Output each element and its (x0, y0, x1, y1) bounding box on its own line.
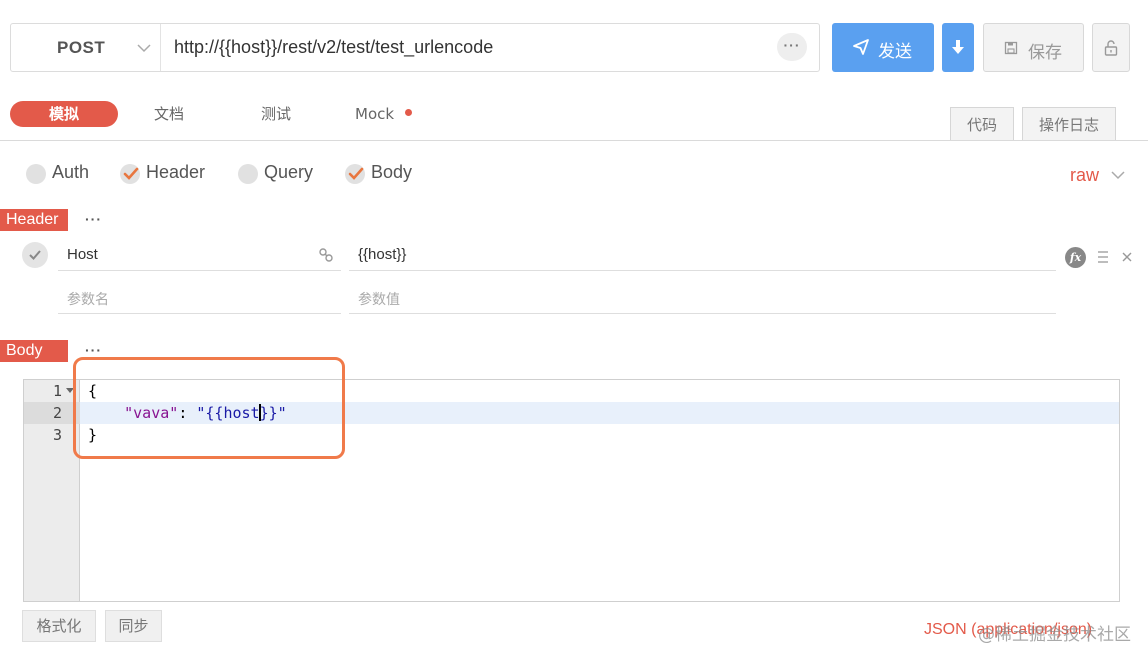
query-label: Query (264, 162, 314, 182)
editor-gutter: 1 2 3 (24, 380, 80, 601)
body-format-select[interactable]: raw (1070, 165, 1099, 186)
method-select[interactable]: POST (11, 24, 161, 71)
url-input[interactable]: http://{{host}}/rest/v2/test/test_urlenc… (174, 37, 493, 58)
header-name-field[interactable]: Host (58, 239, 341, 271)
download-button[interactable] (942, 23, 974, 72)
auth-label: Auth (52, 162, 90, 182)
format-button[interactable]: 格式化 (22, 610, 96, 642)
body-checkbox[interactable]: Body (345, 162, 425, 184)
header-row-enabled-toggle[interactable] (22, 242, 48, 268)
tabs-divider (0, 140, 1148, 141)
url-more-button[interactable]: ··· (777, 33, 807, 61)
header-section-title: Header (0, 209, 68, 231)
unlock-icon (1104, 40, 1118, 56)
header-value-field[interactable]: {{host}} (349, 239, 1056, 271)
tab-mock[interactable]: Mock (355, 101, 394, 127)
send-button[interactable]: 发送 (832, 23, 934, 72)
line-number: 2 (52, 404, 62, 422)
lock-button[interactable] (1092, 23, 1130, 72)
checkmark-icon (29, 250, 41, 260)
checked-circle-icon (120, 164, 140, 184)
tab-docs[interactable]: 文档 (154, 101, 184, 127)
header-checkbox[interactable]: Header (120, 162, 220, 184)
tab-simulate[interactable]: 模拟 (10, 101, 118, 127)
function-fx-icon[interactable]: fx (1065, 247, 1086, 268)
send-label: 发送 (878, 42, 912, 62)
unchecked-circle-icon (238, 164, 258, 184)
tab-code[interactable]: 代码 (950, 107, 1014, 141)
line-number: 1 (52, 382, 62, 400)
line-number: 3 (52, 426, 62, 444)
tab-operation-log[interactable]: 操作日志 (1022, 107, 1116, 141)
unchecked-circle-icon (26, 164, 46, 184)
chevron-down-icon[interactable] (1110, 169, 1126, 181)
download-arrow-icon (952, 40, 964, 54)
save-label: 保存 (1028, 43, 1062, 63)
header-name-value: Host (67, 246, 98, 263)
body-label: Body (371, 162, 413, 182)
method-label: POST (57, 38, 106, 57)
annotation-highlight-box (73, 357, 345, 459)
watermark: @稀土掘金技术社区 (978, 625, 1131, 645)
tab-test[interactable]: 测试 (261, 101, 291, 127)
body-section-title: Body (0, 340, 68, 362)
auth-checkbox[interactable]: Auth (26, 162, 106, 184)
header-label: Header (146, 162, 206, 182)
send-icon (853, 39, 869, 55)
new-header-value-field[interactable]: 参数值 (349, 282, 1056, 314)
header-value-placeholder: 参数值 (358, 292, 400, 308)
header-name-placeholder: 参数名 (67, 292, 109, 308)
save-icon (1004, 41, 1018, 55)
save-button[interactable]: 保存 (983, 23, 1084, 72)
chevron-down-icon (137, 44, 151, 53)
link-icon[interactable] (318, 247, 334, 263)
body-more-button[interactable]: ··· (85, 342, 102, 358)
header-value-text: {{host}} (358, 246, 407, 263)
checked-circle-icon (345, 164, 365, 184)
request-url-bar: POST http://{{host}}/rest/v2/test/test_u… (10, 23, 820, 72)
sync-button[interactable]: 同步 (105, 610, 162, 642)
checkmark-icon (348, 167, 364, 180)
drag-handle-icon[interactable] (1097, 249, 1109, 265)
checkmark-icon (123, 167, 139, 180)
header-more-button[interactable]: ··· (85, 211, 102, 227)
query-checkbox[interactable]: Query (238, 162, 328, 184)
new-header-name-field[interactable]: 参数名 (58, 282, 341, 314)
mock-status-dot (405, 109, 412, 116)
close-icon[interactable] (1121, 251, 1133, 263)
